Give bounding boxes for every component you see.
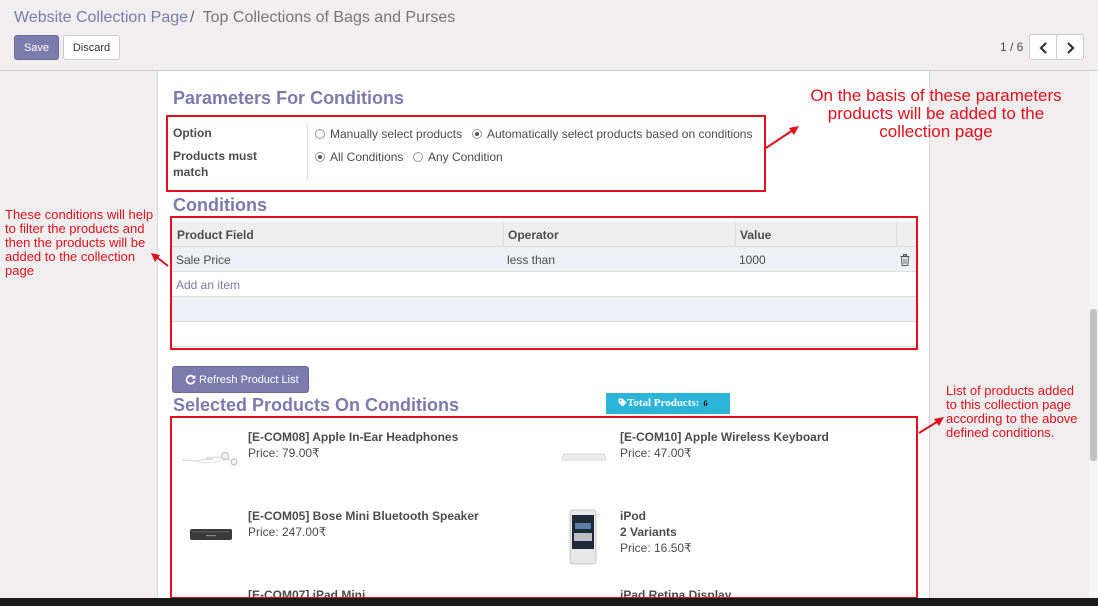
annotation-line: to filter the products and bbox=[5, 221, 145, 236]
parameters-section-title: Parameters For Conditions bbox=[173, 88, 405, 108]
parameters-highlight-box bbox=[166, 115, 766, 192]
products-annotation: List of products added to this collectio… bbox=[946, 384, 1094, 440]
annotation-line: collection page bbox=[879, 122, 993, 141]
refresh-button-label: Refresh Product List bbox=[199, 373, 299, 386]
breadcrumb: Website Collection Page / Top Collections… bbox=[14, 9, 455, 27]
annotation-line: List of products added bbox=[946, 383, 1074, 398]
breadcrumb-separator: / bbox=[190, 9, 195, 26]
breadcrumb-parent-link[interactable]: Website Collection Page bbox=[14, 9, 188, 26]
total-products-badge: Total Products: 6 bbox=[606, 393, 730, 414]
scrollbar-thumb[interactable] bbox=[1090, 309, 1097, 461]
annotation-line: On the basis of these parameters bbox=[810, 86, 1062, 105]
parameters-annotation: On the basis of these parameters product… bbox=[790, 87, 1082, 141]
refresh-icon bbox=[185, 374, 196, 385]
selected-products-section-title: Selected Products On Conditions bbox=[173, 395, 460, 415]
bottom-bar bbox=[0, 598, 1098, 606]
refresh-product-list-button[interactable]: Refresh Product List bbox=[172, 366, 309, 393]
chevron-left-icon bbox=[1039, 42, 1047, 54]
conditions-highlight-box bbox=[170, 216, 918, 350]
annotation-line: then the products will be bbox=[5, 235, 146, 250]
discard-button[interactable]: Discard bbox=[63, 35, 120, 60]
tag-icon bbox=[618, 398, 627, 407]
conditions-section-title: Conditions bbox=[173, 195, 267, 215]
annotation-line: added to the collection bbox=[5, 249, 136, 264]
vertical-scrollbar[interactable] bbox=[1089, 71, 1098, 598]
total-products-label: Total Products: bbox=[627, 397, 700, 409]
total-products-count: 6 bbox=[703, 399, 708, 408]
save-button[interactable]: Save bbox=[14, 35, 59, 60]
annotation-line: page bbox=[5, 263, 34, 278]
annotation-line: to this collection page bbox=[946, 397, 1072, 412]
pager-value[interactable]: 1 / 6 bbox=[1000, 40, 1023, 54]
breadcrumb-current: Top Collections of Bags and Purses bbox=[202, 9, 456, 26]
products-highlight-box bbox=[170, 416, 918, 599]
annotation-line: These conditions will help bbox=[5, 207, 154, 222]
chevron-right-icon bbox=[1067, 42, 1075, 54]
conditions-annotation: These conditions will help to filter the… bbox=[5, 208, 167, 278]
arrow-head-icon bbox=[934, 417, 944, 426]
annotation-line: products will be added to the bbox=[827, 104, 1045, 123]
annotation-line: according to the above bbox=[946, 411, 1078, 426]
pager-next-button[interactable] bbox=[1056, 34, 1084, 60]
annotation-line: defined conditions. bbox=[946, 425, 1055, 440]
pager-previous-button[interactable] bbox=[1029, 34, 1057, 60]
control-panel: Website Collection Page / Top Collections… bbox=[0, 0, 1098, 71]
